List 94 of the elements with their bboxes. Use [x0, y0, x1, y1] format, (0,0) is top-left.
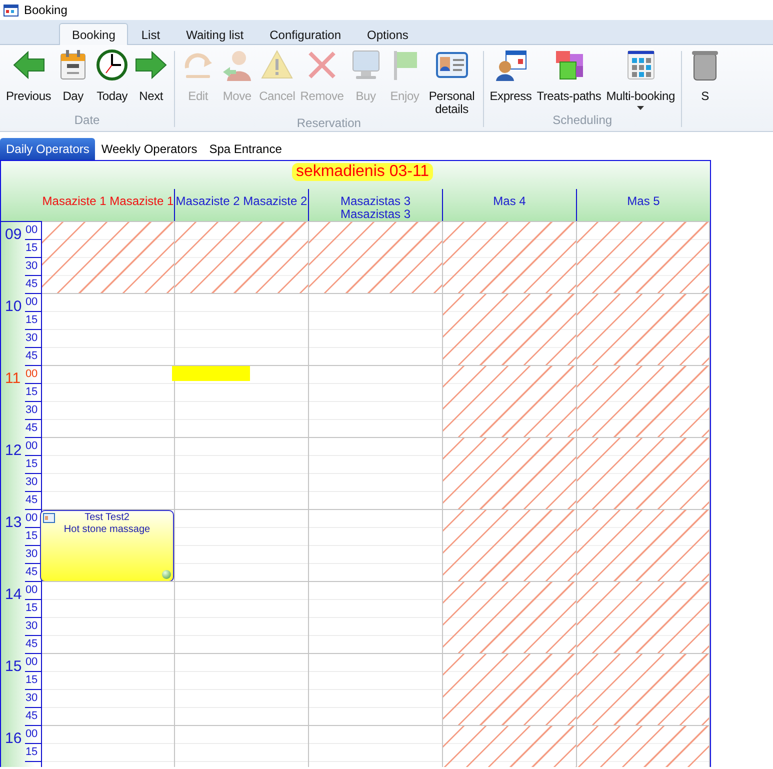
view-tab[interactable]: Weekly Operators	[95, 138, 204, 160]
time-slot[interactable]	[175, 581, 309, 654]
hour-label: 13	[4, 513, 23, 533]
time-slot[interactable]	[175, 221, 309, 294]
ribbon-tab[interactable]: Waiting list	[173, 23, 257, 45]
hour-label: 15	[4, 657, 23, 677]
time-slot[interactable]	[577, 221, 710, 294]
time-slot[interactable]	[443, 293, 577, 366]
minute-label: 15	[25, 744, 41, 762]
minute-label: 15	[25, 312, 41, 330]
minute-label: 30	[25, 690, 41, 708]
minute-label: 30	[25, 330, 41, 348]
arrow-right-icon	[134, 48, 168, 82]
time-slot[interactable]	[175, 653, 309, 726]
view-tab[interactable]: Daily Operators	[0, 138, 96, 160]
minute-label: 00	[25, 222, 41, 240]
minute-label: 30	[25, 474, 41, 492]
person-calendar-icon	[494, 48, 528, 82]
minute-label: 00	[25, 582, 41, 600]
minute-label: 00	[25, 294, 41, 312]
hour-label: 09	[4, 225, 23, 245]
time-slot[interactable]	[309, 365, 443, 438]
time-slot[interactable]	[443, 581, 577, 654]
app-icon	[3, 3, 19, 17]
toolbar-button[interactable]: Treats-paths	[534, 48, 604, 103]
hour-label: 16	[4, 729, 23, 749]
time-slot[interactable]	[42, 293, 175, 366]
time-slot[interactable]	[42, 581, 175, 654]
minute-label: 15	[25, 600, 41, 618]
minute-label: 00	[25, 438, 41, 456]
ribbon-tab[interactable]: Options	[354, 23, 422, 45]
time-slot[interactable]	[577, 365, 710, 438]
minute-label: 15	[25, 456, 41, 474]
minute-label: 00	[25, 726, 41, 744]
minute-label: 15	[25, 240, 41, 258]
client-name: Test Test2	[84, 512, 130, 524]
column-header: Mas 5	[626, 193, 661, 210]
hour-label: 11	[4, 369, 22, 389]
toolbar-button[interactable]: Previous	[4, 48, 54, 103]
card-icon	[43, 513, 55, 523]
time-slot[interactable]	[309, 581, 443, 654]
time-slot[interactable]	[175, 293, 309, 366]
time-slot[interactable]	[309, 509, 443, 582]
time-slot[interactable]	[443, 437, 577, 510]
time-slot[interactable]	[443, 365, 577, 438]
toolbar-button[interactable]: Next	[132, 48, 170, 103]
toolbar-button[interactable]: S	[686, 48, 724, 103]
minute-label: 30	[25, 618, 41, 636]
time-slot[interactable]	[175, 365, 309, 438]
time-slot[interactable]	[42, 365, 175, 438]
time-slot[interactable]	[42, 437, 175, 510]
toolbar-button[interactable]: Express	[488, 48, 534, 103]
toolbar-button[interactable]: Personal details	[424, 48, 479, 116]
view-tab[interactable]: Spa Entrance	[203, 138, 288, 160]
window-title: Booking	[24, 3, 68, 17]
time-slot[interactable]	[175, 437, 309, 510]
time-slot[interactable]	[577, 293, 710, 366]
time-slot[interactable]	[577, 437, 710, 510]
time-slot[interactable]	[577, 653, 710, 726]
group-label: Date	[74, 113, 100, 127]
status-ball-icon	[162, 570, 171, 579]
time-slot[interactable]	[577, 581, 710, 654]
minute-label: 00	[25, 366, 41, 384]
date-title: sekmadienis 03-11	[292, 163, 434, 181]
minute-label: 15	[25, 672, 41, 690]
time-slot[interactable]	[443, 509, 577, 582]
minute-label: 00	[25, 654, 41, 672]
time-slot[interactable]	[42, 221, 175, 294]
clock-icon	[95, 48, 130, 82]
ribbon-tab[interactable]: Configuration	[256, 23, 354, 45]
time-slot[interactable]	[309, 437, 443, 510]
toolbar-button[interactable]: Day	[54, 48, 92, 103]
time-slot[interactable]	[443, 653, 577, 726]
minute-label: 15	[25, 384, 41, 402]
hour-label: 14	[4, 585, 23, 605]
time-slot[interactable]	[443, 221, 577, 294]
hour-label: 10	[4, 297, 23, 317]
toolbar-button[interactable]: Today	[93, 48, 132, 103]
arrow-left-icon	[12, 48, 46, 82]
time-slot[interactable]	[309, 221, 443, 294]
group-label: Scheduling	[552, 113, 612, 127]
time-slot[interactable]	[577, 509, 710, 582]
time-slot[interactable]	[175, 509, 309, 582]
ribbon-tab[interactable]: List	[128, 23, 174, 45]
time-slot[interactable]	[309, 293, 443, 366]
service-name: Hot stone massage	[64, 524, 150, 536]
time-slot[interactable]	[42, 653, 175, 726]
minute-label: 30	[25, 258, 41, 276]
hour-label: 12	[4, 441, 23, 461]
toolbar-button[interactable]: Multi-booking	[604, 48, 677, 111]
group-label: Reservation	[296, 116, 361, 130]
minute-label: 30	[25, 402, 41, 420]
time-slot[interactable]	[309, 653, 443, 726]
ribbon-tab[interactable]: Booking	[59, 23, 128, 45]
